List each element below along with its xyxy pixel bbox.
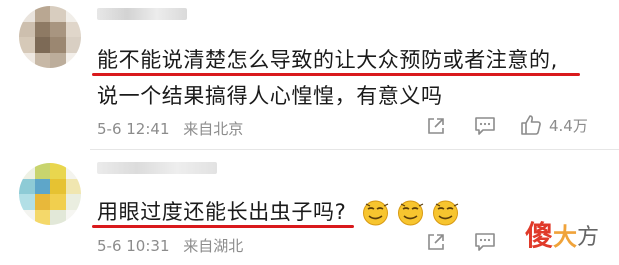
share-button[interactable] <box>426 116 446 136</box>
like-icon <box>520 114 542 136</box>
comment-source: 来自北京 <box>183 120 244 138</box>
comment-text-line2: 说一个结果搞得人心惶惶，有意义吗 <box>97 84 443 108</box>
comment-item: 能不能说清楚怎么导致的让大众预防或者注意的, 说一个结果搞得人心惶惶，有意义吗 … <box>0 0 619 150</box>
username-blurred[interactable] <box>97 8 187 20</box>
comment-date: 5-6 12:41 <box>97 120 170 138</box>
username-blurred[interactable] <box>97 162 217 174</box>
share-icon <box>426 116 446 136</box>
comment-meta: 5-6 10:31 来自湖北 <box>97 235 243 256</box>
smirk-emoji-icon <box>362 199 389 226</box>
comment-meta: 5-6 12:41 来自北京 <box>97 118 243 139</box>
watermark-char: 大 <box>552 223 577 251</box>
reply-button[interactable] <box>474 232 496 252</box>
avatar[interactable] <box>19 163 81 225</box>
share-button[interactable] <box>426 232 446 252</box>
emoji-row <box>362 199 467 226</box>
watermark-char: 方 <box>576 225 599 250</box>
comment-source: 来自湖北 <box>183 237 244 255</box>
smirk-emoji-icon <box>432 199 459 226</box>
avatar[interactable] <box>19 6 81 68</box>
watermark-logo: 傻 大 方 <box>524 219 599 252</box>
comment-text-line1: 能不能说清楚怎么导致的让大众预防或者注意的, <box>97 48 558 72</box>
share-icon <box>426 232 446 252</box>
comment-icon <box>474 232 496 252</box>
like-button[interactable]: 4.4万 <box>520 114 588 136</box>
comment-date: 5-6 10:31 <box>97 237 170 255</box>
comment-text-line1: 用眼过度还能长出虫子吗? <box>97 200 347 224</box>
smirk-emoji-icon <box>397 199 424 226</box>
red-underline <box>92 73 580 76</box>
reply-button[interactable] <box>474 116 496 136</box>
red-underline <box>92 225 354 228</box>
comment-icon <box>474 116 496 136</box>
watermark-char: 傻 <box>524 219 553 252</box>
like-count: 4.4万 <box>549 116 588 135</box>
